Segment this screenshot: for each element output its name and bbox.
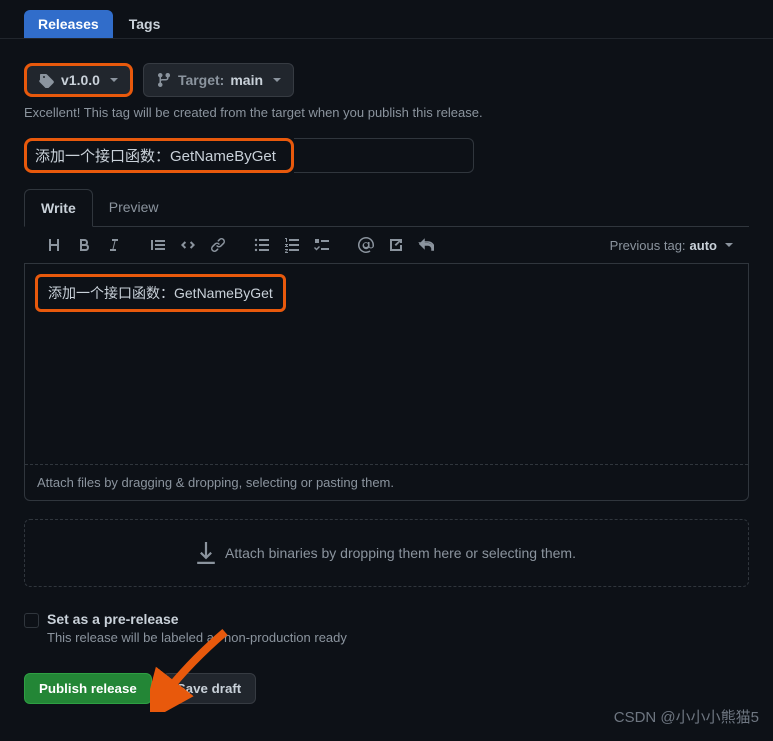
tag-selector-value: v1.0.0	[61, 72, 100, 88]
tag-icon	[39, 72, 55, 88]
watermark: CSDN @小小小熊猫5	[614, 706, 759, 727]
italic-icon[interactable]	[106, 237, 122, 253]
link-icon[interactable]	[210, 237, 226, 253]
ol-icon[interactable]	[284, 237, 300, 253]
bold-icon[interactable]	[76, 237, 92, 253]
tab-preview[interactable]: Preview	[93, 189, 175, 226]
heading-icon[interactable]	[46, 237, 62, 253]
cross-reference-icon[interactable]	[388, 237, 404, 253]
prerelease-help: This release will be labeled as non-prod…	[47, 630, 749, 645]
attach-files-hint[interactable]: Attach files by dragging & dropping, sel…	[25, 464, 748, 500]
ul-icon[interactable]	[254, 237, 270, 253]
code-icon[interactable]	[180, 237, 196, 253]
tab-write[interactable]: Write	[24, 189, 93, 227]
download-icon	[197, 542, 215, 564]
binaries-dropzone[interactable]: Attach binaries by dropping them here or…	[24, 519, 749, 587]
reply-icon[interactable]	[418, 237, 434, 253]
chevron-down-icon	[725, 243, 733, 247]
tag-selector-button[interactable]: v1.0.0	[24, 63, 133, 97]
publish-release-button[interactable]: Publish release	[24, 673, 152, 704]
top-tabs: Releases Tags	[0, 0, 773, 39]
tasklist-icon[interactable]	[314, 237, 330, 253]
target-label: Target:	[178, 72, 224, 88]
prerelease-checkbox[interactable]	[24, 613, 39, 628]
chevron-down-icon	[273, 78, 281, 82]
editor-body: 添加一个接口函数：GetNameByGet Attach files by dr…	[24, 263, 749, 501]
quote-icon[interactable]	[150, 237, 166, 253]
target-value: main	[230, 72, 263, 88]
release-body-textarea[interactable]: 添加一个接口函数：GetNameByGet	[25, 264, 748, 464]
target-selector-button[interactable]: Target: main	[143, 63, 294, 97]
save-draft-button[interactable]: Save draft	[162, 673, 256, 704]
tab-tags[interactable]: Tags	[115, 10, 175, 38]
editor-toolbar: Previous tag: auto	[24, 227, 749, 263]
prerelease-label: Set as a pre-release	[47, 611, 179, 627]
previous-tag-selector[interactable]: Previous tag: auto	[610, 238, 741, 253]
chevron-down-icon	[110, 78, 118, 82]
tab-releases[interactable]: Releases	[24, 10, 113, 38]
release-title-input[interactable]	[29, 143, 289, 168]
tag-help-text: Excellent! This tag will be created from…	[24, 105, 749, 120]
git-branch-icon	[156, 72, 172, 88]
mention-icon[interactable]	[358, 237, 374, 253]
editor-tabs: Write Preview	[24, 189, 749, 227]
